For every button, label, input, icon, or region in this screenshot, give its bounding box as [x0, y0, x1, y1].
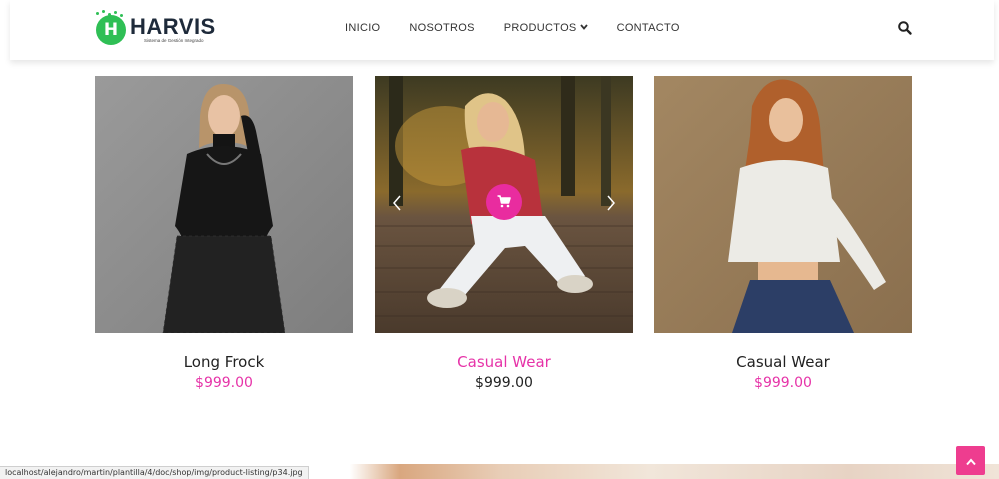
logo[interactable]: H HARVIS Sistema de Gestión Integrado [96, 10, 216, 48]
product-image[interactable] [95, 76, 353, 333]
nav-item-contacto[interactable]: CONTACTO [617, 22, 680, 34]
logo-icon: H [96, 10, 126, 45]
add-to-cart-button[interactable] [486, 184, 522, 220]
product-info: Casual Wear $999.00 [375, 353, 633, 391]
product-price: $999.00 [475, 375, 533, 391]
logo-name: HARVIS [130, 14, 216, 40]
scroll-to-top-button[interactable] [956, 446, 985, 475]
product-price: $999.00 [195, 375, 253, 391]
logo-mark-letter: H [103, 20, 119, 40]
product-image[interactable] [375, 76, 633, 333]
main-nav: INICIO NOSOTROS PRODUCTOS CONTACTO [345, 22, 709, 34]
product-name[interactable]: Casual Wear [654, 353, 912, 371]
product-card-casual-wear-1[interactable]: Casual Wear $999.00 [375, 76, 633, 391]
nav-item-productos[interactable]: PRODUCTOS [504, 22, 588, 34]
logo-tagline: Sistema de Gestión Integrado [144, 38, 204, 44]
chevron-left-icon[interactable] [391, 193, 405, 213]
logo-dots-decoration [92, 10, 132, 22]
nav-item-label: NOSOTROS [409, 22, 475, 34]
product-card-long-frock[interactable]: Long Frock $999.00 [95, 76, 353, 391]
product-card-casual-wear-2[interactable]: Casual Wear $999.00 [654, 76, 912, 391]
product-image[interactable] [654, 76, 912, 333]
chevron-up-icon [965, 451, 976, 470]
browser-status-url: localhost/alejandro/martin/plantilla/4/d… [0, 466, 309, 479]
nav-item-label: CONTACTO [616, 22, 680, 34]
product-info: Casual Wear $999.00 [654, 353, 912, 391]
product-price: $999.00 [754, 375, 812, 391]
product-name[interactable]: Long Frock [95, 353, 353, 371]
site-header: H HARVIS Sistema de Gestión Integrado IN… [10, 0, 994, 60]
nav-item-label: INICIO [345, 22, 381, 34]
cart-icon [497, 193, 511, 212]
nav-item-label: PRODUCTOS [503, 22, 577, 34]
nav-item-nosotros[interactable]: NOSOTROS [409, 22, 474, 34]
chevron-right-icon[interactable] [603, 193, 617, 213]
search-icon[interactable] [897, 20, 913, 36]
product-name[interactable]: Casual Wear [375, 353, 633, 371]
chevron-down-icon [579, 24, 588, 32]
nav-item-inicio[interactable]: INICIO [345, 22, 380, 34]
product-info: Long Frock $999.00 [95, 353, 353, 391]
